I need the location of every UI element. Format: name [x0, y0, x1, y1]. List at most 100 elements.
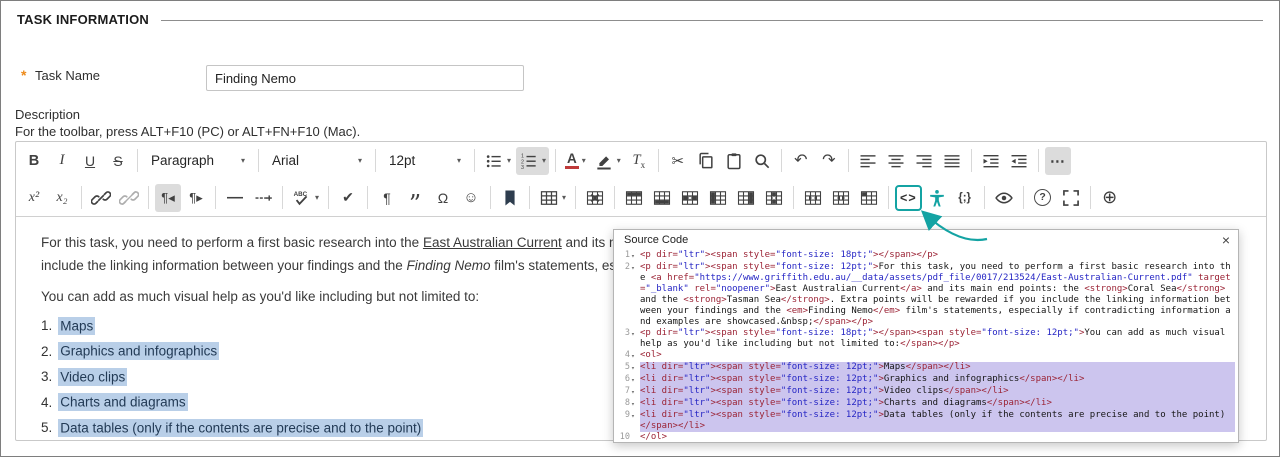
- indent-button[interactable]: [978, 147, 1004, 175]
- source-code-line: 10 </ol>: [616, 432, 1235, 442]
- code-text: <li dir="ltr"><span style="font-size: 12…: [640, 398, 1235, 410]
- delete-row-button[interactable]: [677, 184, 703, 212]
- line-number: 5: [624, 362, 630, 372]
- undo-button[interactable]: ↶: [788, 147, 814, 175]
- line-gutter: 9 ▾: [616, 410, 640, 432]
- fold-caret-icon[interactable]: ▾: [631, 251, 637, 262]
- redo-button[interactable]: ↷: [816, 147, 842, 175]
- list-number: 3.: [41, 369, 53, 384]
- chevron-down-icon: ▾: [357, 156, 362, 165]
- content-link[interactable]: East Australian Current: [423, 235, 562, 250]
- paste-button[interactable]: [721, 147, 747, 175]
- align-justify-button[interactable]: [939, 147, 965, 175]
- strikethrough-button[interactable]: S: [105, 147, 131, 175]
- list-number: 1.: [41, 318, 53, 333]
- fold-caret-icon[interactable]: ▾: [631, 263, 637, 274]
- help-button[interactable]: ?: [1030, 184, 1056, 212]
- merge-cells-button[interactable]: [800, 184, 826, 212]
- source-code-line: 4 ▾ <ol>: [616, 350, 1235, 362]
- horizontal-rule-button[interactable]: —: [222, 184, 248, 212]
- font-family-select[interactable]: Arial ▾: [265, 147, 369, 175]
- ltr-direction-button[interactable]: ¶◂: [155, 183, 181, 212]
- outdent-button[interactable]: [1006, 147, 1032, 175]
- fold-caret-icon[interactable]: ▾: [631, 329, 637, 340]
- clear-formatting-button[interactable]: Tx: [626, 147, 652, 175]
- accessibility-checker-button[interactable]: [924, 184, 950, 212]
- show-invisibles-button[interactable]: ¶: [374, 184, 400, 212]
- fullscreen-icon: [1061, 188, 1081, 208]
- source-code-panel: Source Code × 1 ▾ <p dir="ltr"><span style…: [613, 229, 1239, 443]
- source-code-button[interactable]: <>: [895, 184, 922, 211]
- superscript-button[interactable]: x²: [21, 184, 47, 212]
- insert-row-above-button[interactable]: [621, 184, 647, 212]
- insert-link-button[interactable]: [88, 184, 114, 212]
- more-toolbar-button[interactable]: ⋯: [1044, 146, 1071, 175]
- task-name-label: Task Name: [35, 68, 101, 83]
- fold-caret-icon[interactable]: ▾: [631, 411, 637, 422]
- cell-properties-button[interactable]: [856, 184, 882, 212]
- insert-column-after-button[interactable]: [733, 184, 759, 212]
- emoticon-button[interactable]: ☺: [458, 184, 484, 212]
- source-code-body[interactable]: 1 ▾ <p dir="ltr"><span style="font-size: 1…: [614, 248, 1238, 442]
- fold-caret-icon[interactable]: ▾: [631, 375, 637, 386]
- cut-button[interactable]: ✂: [665, 147, 691, 175]
- insert-row-below-button[interactable]: [649, 184, 675, 212]
- fullscreen-button[interactable]: [1058, 184, 1084, 212]
- split-cell-icon: [831, 188, 851, 208]
- remove-link-button[interactable]: [116, 184, 142, 212]
- checkmark-button[interactable]: ✔: [335, 184, 361, 212]
- content-text: Finding Nemo: [406, 258, 491, 273]
- anchor-button[interactable]: [497, 184, 523, 212]
- italic-button[interactable]: I: [49, 147, 75, 175]
- delete-table-button[interactable]: [582, 184, 608, 212]
- line-number: 6: [624, 374, 630, 384]
- split-cell-button[interactable]: [828, 184, 854, 212]
- delete-column-button[interactable]: [761, 184, 787, 212]
- fold-caret-icon[interactable]: ▾: [631, 387, 637, 398]
- chevron-down-icon: ▾: [315, 193, 320, 202]
- bullet-list-button[interactable]: ▾: [481, 147, 514, 175]
- content-text: For this task, you need to perform a fir…: [41, 235, 423, 250]
- numbered-list-button[interactable]: 1 2 3 ▾: [516, 146, 550, 175]
- copy-button[interactable]: [693, 147, 719, 175]
- table-button[interactable]: ▾: [536, 184, 569, 212]
- fold-caret-icon[interactable]: ▾: [631, 399, 637, 410]
- outdent-icon: [1009, 151, 1029, 171]
- spellcheck-button[interactable]: ABC ▾: [289, 184, 322, 212]
- delete-row-icon: [680, 188, 700, 208]
- code-text: <li dir="ltr"><span style="font-size: 12…: [640, 374, 1235, 386]
- highlight-color-button[interactable]: ▾: [591, 147, 624, 175]
- line-gutter: 4 ▾: [616, 350, 640, 362]
- close-icon[interactable]: ×: [1222, 233, 1230, 247]
- blockquote-button[interactable]: ”: [402, 184, 428, 216]
- task-name-input[interactable]: [206, 65, 524, 91]
- special-character-button[interactable]: Ω: [430, 184, 456, 212]
- paragraph-format-select[interactable]: Paragraph ▾: [144, 147, 252, 175]
- toolbar-separator: [970, 149, 972, 172]
- bold-button[interactable]: B: [21, 147, 47, 175]
- insert-button[interactable]: ⊕: [1097, 184, 1123, 212]
- rtl-direction-button[interactable]: ¶▸: [183, 184, 209, 212]
- text-color-button[interactable]: A ▾: [562, 147, 589, 175]
- search-button[interactable]: [749, 147, 775, 175]
- code-text: <p dir="ltr"><span style="font-size: 12p…: [640, 262, 1231, 327]
- code-sample-button[interactable]: {;}: [952, 184, 978, 212]
- align-right-button[interactable]: [911, 147, 937, 175]
- toolbar-hint: For the toolbar, press ALT+F10 (PC) or A…: [15, 124, 361, 139]
- insert-column-before-button[interactable]: [705, 184, 731, 212]
- align-center-button[interactable]: [883, 147, 909, 175]
- line-gutter: 6 ▾: [616, 374, 640, 386]
- fold-caret-icon[interactable]: ▾: [631, 351, 637, 362]
- toolbar-separator: [282, 186, 283, 209]
- list-number: 4.: [41, 394, 53, 410]
- list-item-text: Maps: [58, 316, 96, 335]
- source-code-line: 7 ▾ <li dir="ltr"><span style="font-size: …: [616, 386, 1235, 398]
- align-center-icon: [886, 151, 906, 171]
- fold-caret-icon[interactable]: ▾: [631, 363, 637, 374]
- preview-button[interactable]: [991, 184, 1017, 212]
- subscript-button[interactable]: x₂: [49, 184, 75, 212]
- page-break-button[interactable]: [250, 184, 276, 212]
- align-left-button[interactable]: [855, 147, 881, 175]
- underline-button[interactable]: U: [77, 147, 103, 175]
- font-size-select[interactable]: 12pt ▾: [382, 147, 468, 175]
